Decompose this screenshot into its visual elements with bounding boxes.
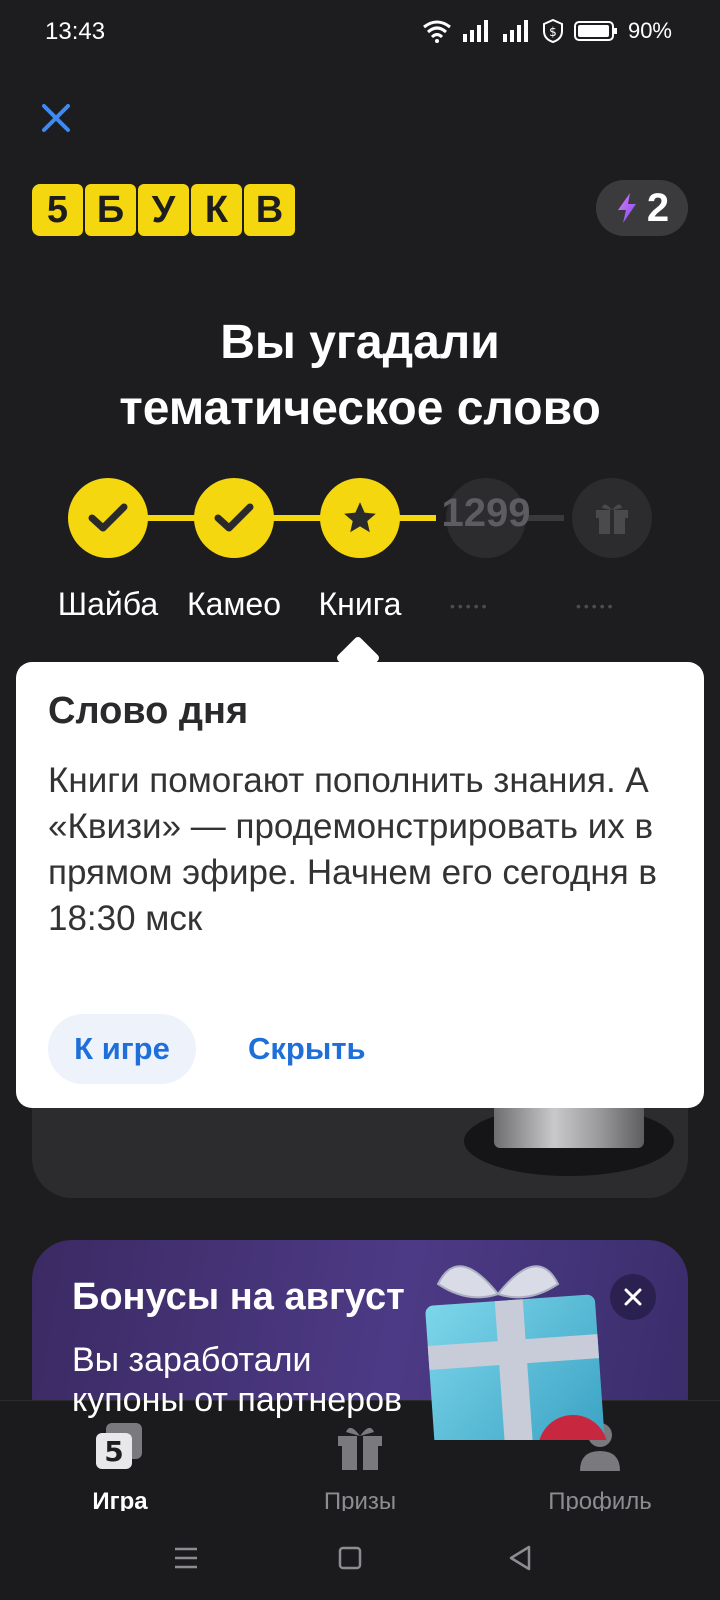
popup-title: Слово дня [48,690,249,732]
energy-count: 2 [646,185,670,230]
close-icon [624,1288,642,1306]
close-icon [42,104,70,132]
logo-letter: Б [85,184,136,236]
logo-letter: В [244,184,295,236]
home-square-icon [338,1546,362,1570]
bonus-text: Вы заработали купоны от партнеров [72,1340,402,1420]
system-navigation [0,1538,720,1578]
game-5-icon: 5 [96,1423,142,1469]
nav-item-game[interactable]: 5 Игра [30,1411,210,1511]
popup-text: Книги помогают пополнить знания. А «Квиз… [48,761,657,938]
home-button[interactable] [330,1538,370,1578]
page-title: Вы угадали тематическое слово [0,310,720,442]
step-label-2: Камео [186,586,282,622]
status-bar: 13:43 $ 90% [0,0,720,66]
check-icon [88,503,128,532]
step-label-1: Шайба [57,586,159,622]
step-done-2 [194,478,274,558]
step-done-1 [68,478,148,558]
back-triangle-icon [509,1545,531,1571]
step-gift [572,478,652,558]
battery-icon [573,21,617,41]
nav-item-prizes[interactable]: Призы [270,1411,450,1511]
gift-icon [338,1427,382,1470]
word-progress: 1299 [0,478,720,558]
check-icon [214,503,254,532]
battery-percent: 90% [627,18,672,43]
progress-connector [144,515,196,521]
step-current [320,478,400,558]
nav-label-game: Игра [92,1488,148,1511]
menu-icon [175,1547,197,1569]
close-button[interactable] [38,100,74,136]
wifi-icon [423,20,451,43]
status-icons: $ 90% [422,18,672,44]
signal-icon [462,20,488,42]
nav-label-prizes: Призы [323,1488,397,1511]
step-number: 1299 [441,491,531,535]
status-time: 13:43 [45,18,106,45]
menu-button[interactable] [166,1538,206,1578]
progress-connector [396,515,436,521]
bonus-close-button[interactable] [610,1274,656,1320]
back-button[interactable] [500,1538,540,1578]
hide-button[interactable]: Скрыть [248,1014,366,1084]
bonus-title: Бонусы на август [72,1276,405,1318]
lightning-icon [617,193,636,223]
svg-text:5: 5 [104,1435,123,1468]
energy-badge[interactable]: 2 [596,180,688,236]
progress-connector [270,515,322,521]
gift-bow-illustration [436,1265,560,1299]
game-logo: 5 Б У К В [32,184,295,236]
logo-letter: К [191,184,242,236]
star-icon [344,502,376,533]
step-label-3: Книга [318,586,402,622]
to-game-button[interactable]: К игре [48,1014,196,1084]
bonus-text-line-2: купоны от партнеров [72,1381,403,1419]
nav-label-profile: Профиль [548,1488,652,1511]
title-line-2: тематическое слово [119,382,601,435]
bonus-banner[interactable]: Бонусы на август Вы заработали купоны от… [32,1240,688,1440]
logo-letter: 5 [32,184,83,236]
title-line-1: Вы угадали [220,316,500,369]
signal-icon-2 [502,20,528,42]
word-of-day-popup: Слово дня Книги помогают пополнить знани… [16,662,704,1108]
logo-letter: У [138,184,189,236]
shield-icon: $ [542,19,563,43]
bonus-text-line-1: Вы заработали [72,1341,312,1379]
svg-text:$: $ [549,25,557,39]
gift-icon [596,504,628,534]
step-hidden-dots: ••••• [450,598,490,614]
step-hidden-dots: ••••• [576,598,616,614]
